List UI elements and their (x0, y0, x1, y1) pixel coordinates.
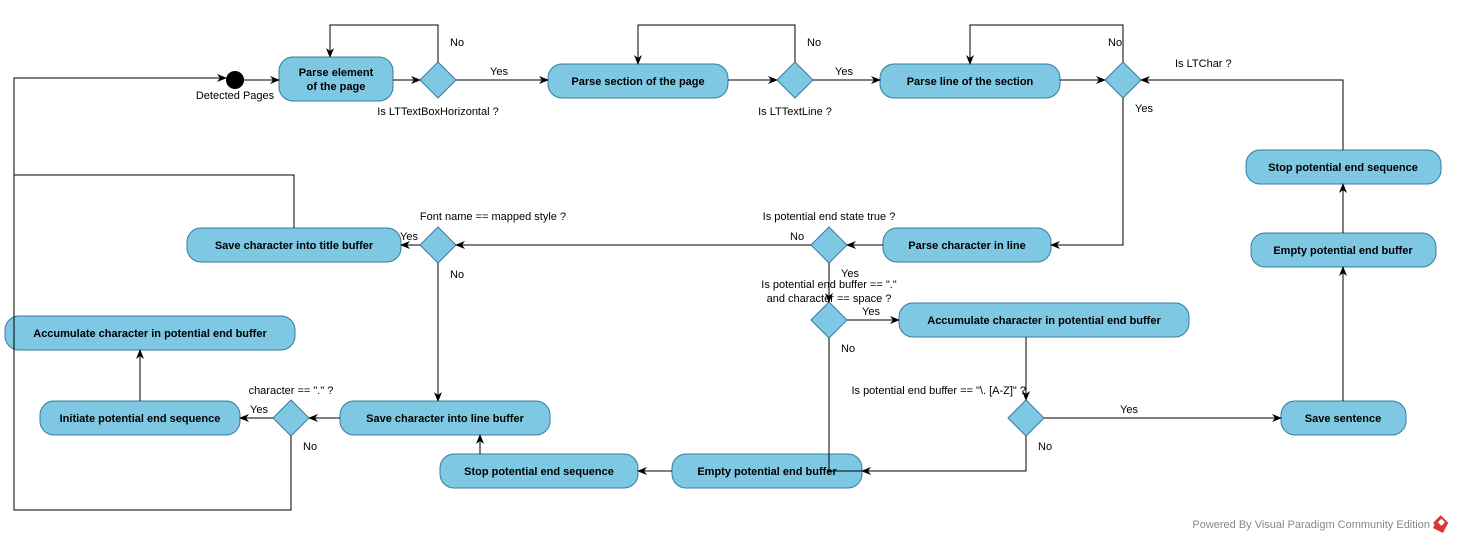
label-no: No (450, 37, 464, 49)
activity-accum-left-label: Accumulate character in potential end bu… (33, 328, 267, 340)
activity-initiate-end-label: Initiate potential end sequence (60, 413, 221, 425)
label-yes: Yes (835, 66, 853, 78)
decision-d1 (420, 62, 456, 98)
label-no: No (1038, 441, 1052, 453)
activity-parse-section-label: Parse section of the page (571, 76, 704, 88)
label-no: No (303, 441, 317, 453)
decision-d5-q: Font name == mapped style ? (420, 211, 566, 223)
label-yes: Yes (841, 268, 859, 280)
label-yes: Yes (1120, 404, 1138, 416)
edge-d3-yes (1051, 98, 1123, 245)
label-yes: Yes (400, 231, 418, 243)
watermark-text: Powered By Visual Paradigm Community Edi… (1192, 519, 1430, 531)
edge-d1-no (330, 25, 438, 62)
activity-empty-buf-lower-label: Empty potential end buffer (697, 466, 837, 478)
edge-d6-no-a (829, 338, 862, 471)
start-label: Detected Pages (196, 90, 275, 102)
activity-parse-char-label: Parse character in line (908, 240, 1025, 252)
decision-d4-q: Is potential end state true ? (763, 211, 896, 223)
activity-accum-right-label: Accumulate character in potential end bu… (927, 315, 1161, 327)
activity-save-title-label: Save character into title buffer (215, 240, 374, 252)
activity-save-line-label: Save character into line buffer (366, 413, 524, 425)
decision-d7-q: character == "." ? (249, 385, 334, 397)
label-no: No (1108, 37, 1122, 49)
activity-parse-element-label1: Parse element (299, 67, 374, 79)
activity-empty-buf-right-label: Empty potential end buffer (1273, 245, 1413, 257)
label-no: No (841, 343, 855, 355)
activity-parse-element (279, 57, 393, 101)
edge-d2-no (638, 25, 795, 64)
label-no: No (790, 231, 804, 243)
label-no: No (807, 37, 821, 49)
edge-d3-no (970, 25, 1123, 64)
decision-d8 (1008, 400, 1044, 436)
edge (1141, 80, 1343, 150)
decision-d7 (273, 400, 309, 436)
decision-d2 (777, 62, 813, 98)
activity-stop-end-lower-label: Stop potential end sequence (464, 466, 614, 478)
activity-parse-element-label2: of the page (307, 81, 366, 93)
label-yes: Yes (250, 404, 268, 416)
label-yes: Yes (1135, 103, 1153, 115)
decision-d8-q: Is potential end buffer == "\. [A-Z]" ? (851, 385, 1026, 397)
decision-d1-q: Is LTTextBoxHorizontal ? (377, 106, 498, 118)
label-yes: Yes (490, 66, 508, 78)
label-yes: Yes (862, 306, 880, 318)
activity-stop-end-right-label: Stop potential end sequence (1268, 162, 1418, 174)
decision-d5 (420, 227, 456, 263)
decision-d3 (1105, 62, 1141, 98)
activity-save-sentence-label: Save sentence (1305, 413, 1381, 425)
start-node (226, 71, 244, 89)
label-no: No (450, 269, 464, 281)
decision-d2-q: Is LTTextLine ? (758, 106, 832, 118)
decision-d6 (811, 302, 847, 338)
edge-d8-no (862, 436, 1026, 471)
decision-d3-q: Is LTChar ? (1175, 58, 1232, 70)
decision-d4 (811, 227, 847, 263)
activity-parse-line-label: Parse line of the section (907, 76, 1034, 88)
